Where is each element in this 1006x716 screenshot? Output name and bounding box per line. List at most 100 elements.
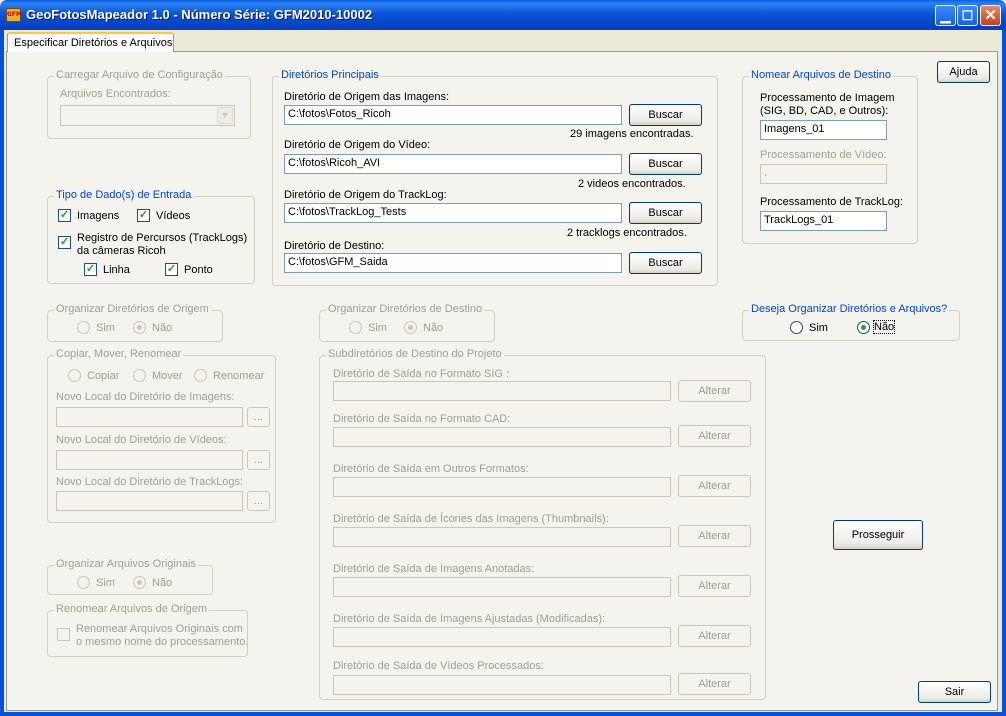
saida-ajustadas-input[interactable] xyxy=(333,627,671,647)
tracklogs-label-2: da câmeras Ricoh xyxy=(77,245,166,257)
copiar-radio[interactable] xyxy=(68,369,81,382)
copiar-label: Copiar xyxy=(87,370,120,382)
saida-anotadas-input[interactable] xyxy=(333,577,671,597)
imagens-checkbox[interactable]: ✓ xyxy=(58,209,71,222)
org-origem-nao-radio[interactable] xyxy=(133,321,146,334)
alterar-sig-button[interactable]: Alterar xyxy=(678,380,751,402)
origem-tracklog-label: Diretório de Origem do TrackLog: xyxy=(284,189,447,201)
buscar-video-button[interactable]: Buscar xyxy=(629,153,702,175)
proc-imagem-input[interactable]: Imagens_01 xyxy=(760,120,887,140)
org-originais-nao-label: Não xyxy=(152,577,173,589)
group-title: Diretórios Principais xyxy=(279,69,381,81)
minimize-button[interactable]: ▁ xyxy=(935,5,956,26)
org-originais-sim-label: Sim xyxy=(96,577,115,589)
linha-label: Linha xyxy=(103,264,130,276)
renomear-originais-checkbox[interactable] xyxy=(57,628,70,641)
tracklogs-checkbox[interactable]: ✓ xyxy=(58,236,71,249)
saida-cad-input[interactable] xyxy=(333,427,671,447)
group-title: Renomear Arquivos de Origem xyxy=(54,603,210,615)
saida-sig-label: Diretório de Saída no Formato SIG : xyxy=(333,368,510,380)
org-destino-nao-radio[interactable] xyxy=(404,321,417,334)
renomear-originais-label: Renomear Arquivos Originais com xyxy=(76,623,243,635)
help-button[interactable]: Ajuda xyxy=(937,61,990,83)
org-originais-sim-radio[interactable] xyxy=(77,576,90,589)
buscar-imagens-button[interactable]: Buscar xyxy=(629,104,702,126)
group-deseja-organizar: Deseja Organizar Diretórios e Arquivos? xyxy=(742,303,960,341)
buscar-destino-button[interactable]: Buscar xyxy=(629,252,702,274)
saida-thumbs-input[interactable] xyxy=(333,527,671,547)
deseja-sim-radio[interactable] xyxy=(790,321,803,334)
novo-imagens-input[interactable] xyxy=(56,407,243,427)
origem-video-label: Diretório de Origem do Vídeo: xyxy=(284,139,431,151)
group-title: Copiar, Mover, Renomear xyxy=(54,348,184,360)
saida-ajustadas-label: Diretório de Saída de Imagens Ajustadas … xyxy=(333,613,606,625)
browse-tracklogs-button[interactable]: ... xyxy=(247,491,270,511)
config-file-select[interactable]: ▼ xyxy=(60,105,235,126)
deseja-sim-label: Sim xyxy=(809,322,828,334)
videos-count: 2 videos encontrados. xyxy=(578,178,686,190)
group-title: Subdiretórios de Destino do Projeto xyxy=(326,348,504,360)
linha-checkbox[interactable]: ✓ xyxy=(84,263,97,276)
alterar-ajustadas-button[interactable]: Alterar xyxy=(678,625,751,647)
maximize-button[interactable]: ☐ xyxy=(957,5,978,26)
app-icon: GFM xyxy=(6,8,22,22)
proc-video-input[interactable]: . xyxy=(760,164,887,184)
prosseguir-button[interactable]: Prosseguir xyxy=(833,520,923,550)
novo-tracklogs-input[interactable] xyxy=(56,491,243,511)
browse-imagens-button[interactable]: ... xyxy=(247,407,270,427)
novo-tracklogs-label: Novo Local do Diretório de TrackLogs: xyxy=(56,476,244,488)
found-files-label: Arquivos Encontrados: xyxy=(60,88,171,100)
videos-label: Vídeos xyxy=(156,210,191,222)
novo-videos-label: Novo Local do Diretório de Vídeos: xyxy=(56,434,227,446)
org-destino-nao-label: Não xyxy=(423,322,444,334)
saida-outros-input[interactable] xyxy=(333,477,671,497)
org-origem-sim-radio[interactable] xyxy=(77,321,90,334)
saida-sig-input[interactable] xyxy=(333,381,671,401)
videos-checkbox[interactable]: ✓ xyxy=(137,209,150,222)
mover-label: Mover xyxy=(152,370,183,382)
saida-videos-label: Diretório de Saída de Vídeos Processados… xyxy=(333,660,544,672)
origem-video-input[interactable]: C:\fotos\Ricoh_AVI xyxy=(284,154,622,174)
org-originais-nao-radio[interactable] xyxy=(133,576,146,589)
alterar-outros-button[interactable]: Alterar xyxy=(678,475,751,497)
tab-especificar[interactable]: Especificar Diretórios e Arquivos xyxy=(7,32,174,52)
group-title: Organizar Diretórios de Destino xyxy=(326,303,485,315)
ponto-checkbox[interactable]: ✓ xyxy=(165,263,178,276)
org-origem-nao-label: Não xyxy=(152,322,173,334)
buscar-tracklog-button[interactable]: Buscar xyxy=(629,202,702,224)
close-button[interactable]: ✕ xyxy=(980,5,1001,26)
alterar-anotadas-button[interactable]: Alterar xyxy=(678,575,751,597)
group-title: Carregar Arquivo de Configuração xyxy=(54,69,225,81)
proc-video-label: Processamento de Vídeo: xyxy=(760,149,887,161)
tracklogs-count: 2 tracklogs encontrados. xyxy=(567,227,687,239)
org-destino-sim-radio[interactable] xyxy=(349,321,362,334)
org-destino-sim-label: Sim xyxy=(368,322,387,334)
group-title: Organizar Diretórios de Origem xyxy=(54,303,211,315)
alterar-cad-button[interactable]: Alterar xyxy=(678,425,751,447)
renomear-radio[interactable] xyxy=(194,369,207,382)
imagens-label: Imagens xyxy=(77,210,120,222)
destino-label: Diretório de Destino: xyxy=(284,240,385,252)
browse-videos-button[interactable]: ... xyxy=(247,450,270,470)
sair-button[interactable]: Sair xyxy=(918,681,991,703)
novo-videos-input[interactable] xyxy=(56,450,243,470)
chevron-down-icon[interactable]: ▼ xyxy=(217,107,233,124)
group-title: Nomear Arquivos de Destino xyxy=(749,69,894,81)
origem-imagens-label: Diretório de Origem das Imagens: xyxy=(284,91,450,103)
proc-tracklog-input[interactable]: TrackLogs_01 xyxy=(760,211,887,231)
deseja-nao-radio[interactable] xyxy=(857,321,870,334)
group-title: Tipo de Dado(s) de Entrada xyxy=(54,189,194,201)
saida-cad-label: Diretório de Saída no Formato CAD: xyxy=(333,413,511,425)
destino-input[interactable]: C:\fotos\GFM_Saida xyxy=(284,253,622,273)
origem-tracklog-input[interactable]: C:\fotos\TrackLog_Tests xyxy=(284,203,622,223)
saida-videos-input[interactable] xyxy=(333,675,671,695)
imagens-count: 29 imagens encontradas. xyxy=(570,128,694,140)
saida-anotadas-label: Diretório de Saída de Imagens Anotadas: xyxy=(333,563,535,575)
alterar-thumbs-button[interactable]: Alterar xyxy=(678,525,751,547)
origem-imagens-input[interactable]: C:\fotos\Fotos_Ricoh xyxy=(284,105,622,125)
group-title: Deseja Organizar Diretórios e Arquivos? xyxy=(749,303,950,315)
alterar-videos-button[interactable]: Alterar xyxy=(678,673,751,695)
mover-radio[interactable] xyxy=(133,369,146,382)
saida-outros-label: Diretório de Saída em Outros Formatos: xyxy=(333,463,529,475)
proc-imagem-label: Processamento de Imagem xyxy=(760,92,895,104)
